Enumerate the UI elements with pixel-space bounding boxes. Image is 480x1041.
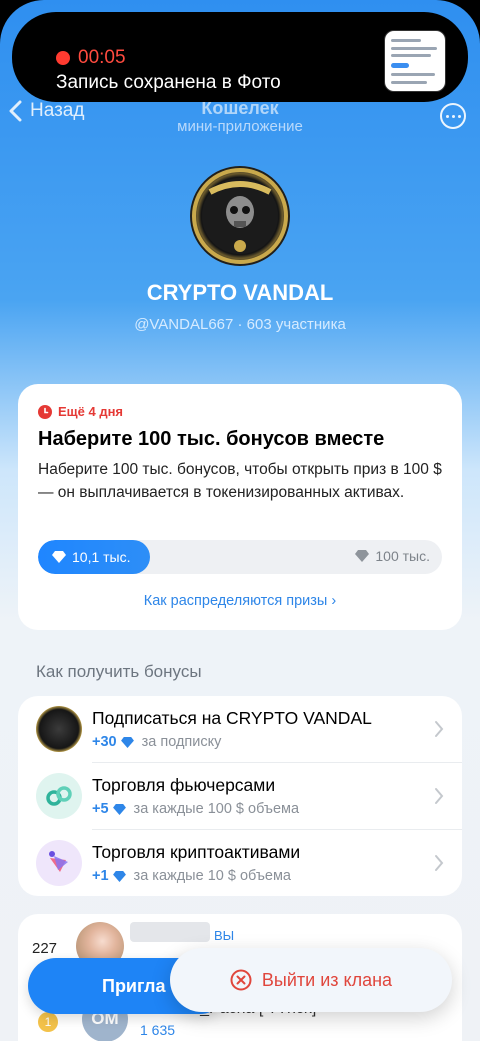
diamond-icon (52, 551, 66, 563)
way-reward: +30 за подписку (92, 734, 221, 750)
way-title: Торговля фьючерсами (92, 775, 276, 795)
chevron-right-icon (435, 721, 444, 737)
thumb-line (391, 39, 421, 42)
way-title: Торговля криптоактивами (92, 842, 301, 862)
futures-icon (36, 773, 82, 819)
clock-icon (38, 404, 52, 419)
way-item-subscribe[interactable]: Подписаться на CRYPTO VANDAL +30 за подп… (18, 696, 462, 762)
challenge-title: Наберите 100 тыс. бонусов вместе (38, 428, 385, 450)
way-points: +30 (92, 734, 117, 750)
chevron-right-icon (435, 855, 444, 871)
progress-label: 10,1 тыс. (72, 549, 131, 565)
way-reward: +5 за каждые 100 $ объема (92, 801, 299, 817)
leave-clan-button[interactable]: Выйти из клана (170, 948, 452, 1012)
bonus-progress-bar: 10,1 тыс. 100 тыс. (38, 540, 442, 574)
thumb-line (391, 47, 437, 50)
skull-emblem-icon (192, 168, 288, 264)
more-options-button[interactable] (440, 103, 466, 129)
thumb-line (391, 54, 431, 57)
way-item-futures[interactable]: Торговля фьючерсами +5 за каждые 100 $ о… (18, 763, 462, 829)
recording-message: Запись сохранена в Фото (56, 72, 281, 93)
dot-icon (445, 114, 449, 118)
member-score: 1 635 (140, 1022, 176, 1038)
time-left-badge: Ещё 4 дня (38, 404, 123, 419)
screen-recording-banner[interactable]: 00:05 Запись сохранена в Фото (12, 12, 468, 102)
nav-subtitle: мини-приложение (177, 118, 303, 135)
chevron-right-icon (435, 788, 444, 804)
blurred-username (130, 922, 210, 942)
crypto-assets-icon (36, 840, 82, 886)
ways-list: Подписаться на CRYPTO VANDAL +30 за подп… (18, 696, 462, 896)
prize-link-text: Как распределяются призы (143, 593, 328, 609)
rank-badge: 1 (38, 1012, 58, 1032)
way-item-crypto[interactable]: Торговля криптоактивами +1 за каждые 10 … (18, 830, 462, 896)
recording-thumbnail[interactable] (384, 30, 446, 92)
clan-meta: @VANDAL667 · 603 участника (134, 316, 346, 333)
goal-label: 100 тыс. (375, 548, 430, 564)
way-note: за подписку (141, 734, 222, 750)
way-reward: +1 за каждые 10 $ объема (92, 868, 291, 884)
leave-label: Выйти из клана (261, 969, 393, 990)
prize-distribution-link[interactable]: Как распределяются призы › (18, 593, 462, 609)
challenge-description: Наберите 100 тыс. бонусов, чтобы открыть… (38, 461, 442, 501)
dot-icon (457, 114, 461, 118)
progress-goal: 100 тыс. (355, 548, 430, 564)
record-dot-icon (56, 51, 70, 65)
my-rank: 227 (32, 940, 58, 957)
ways-heading: Как получить бонусы (36, 662, 202, 681)
time-left-text: Ещё 4 дня (58, 404, 124, 419)
close-circle-icon (230, 969, 252, 991)
you-badge: ВЫ (214, 928, 235, 943)
way-points: +1 (92, 868, 109, 884)
way-note: за каждые 100 $ объема (133, 801, 300, 817)
thumb-bar (391, 63, 409, 68)
diamond-icon (112, 870, 126, 882)
challenge-card: Ещё 4 дня Наберите 100 тыс. бонусов вмес… (18, 384, 462, 630)
progress-fill: 10,1 тыс. (38, 540, 150, 574)
clan-logo-icon (36, 706, 82, 752)
wallet-miniapp-screen: Назад Кошелек мини-приложение CRYPTO VAN… (0, 0, 480, 1041)
clan-avatar (190, 166, 290, 266)
thumb-line (391, 73, 435, 76)
thumb-line (391, 81, 427, 84)
diamond-icon (112, 803, 126, 815)
dot-icon (451, 114, 455, 118)
diamond-icon (120, 736, 134, 748)
way-points: +5 (92, 801, 109, 817)
way-note: за каждые 10 $ объема (133, 868, 291, 884)
diamond-icon (355, 550, 370, 562)
clan-name: CRYPTO VANDAL (146, 280, 334, 305)
chevron-right-icon: › (331, 593, 337, 609)
way-title: Подписаться на CRYPTO VANDAL (92, 708, 372, 728)
recording-time: 00:05 (78, 47, 126, 68)
